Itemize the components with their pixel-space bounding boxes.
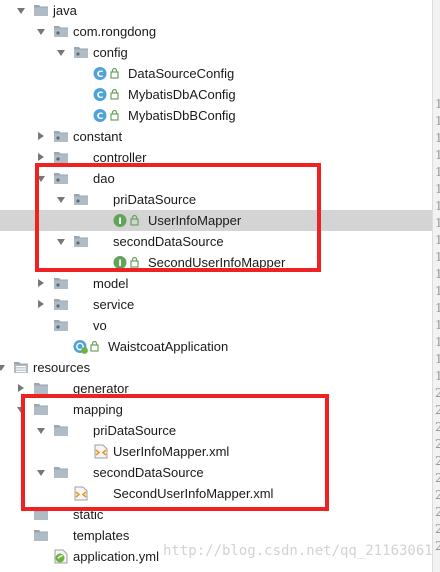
gutter-line-number: 2 bbox=[435, 488, 440, 502]
tree-item-label: MybatisDbAConfig bbox=[128, 87, 236, 102]
tree-item-label: templates bbox=[73, 528, 130, 543]
gutter-line-number: 1 bbox=[435, 301, 440, 315]
svg-text:C: C bbox=[97, 91, 104, 101]
yml-icon bbox=[53, 549, 69, 564]
gutter-line-number: 1 bbox=[435, 131, 440, 145]
tree-item-label: config bbox=[93, 45, 128, 60]
gutter-line-number: 1 bbox=[435, 216, 440, 230]
gutter-line-number: 2 bbox=[435, 522, 440, 536]
gutter-line-number: 1 bbox=[435, 182, 440, 196]
gutter-line-number: 1 bbox=[435, 369, 440, 383]
tree-row-package-com-rongdong[interactable]: com.rongdong bbox=[0, 21, 432, 42]
gutter-line-number: 1 bbox=[435, 335, 440, 349]
gutter-line-number: 2 bbox=[435, 471, 440, 485]
tree-row-folder-java[interactable]: java bbox=[0, 0, 432, 21]
gutter-line-number: 1 bbox=[435, 250, 440, 264]
highlight-box-mapping bbox=[21, 394, 329, 511]
gutter-line-number: 1 bbox=[435, 233, 440, 247]
tree-row-package-constant[interactable]: constant bbox=[0, 126, 432, 147]
class-icon: C bbox=[93, 108, 109, 123]
tree-row-package-model[interactable]: model bbox=[0, 273, 432, 294]
tree-row-folder-resources[interactable]: resources bbox=[0, 357, 432, 378]
tree-row-package-vo[interactable]: vo bbox=[0, 315, 432, 336]
gutter-line-number: 2 bbox=[435, 420, 440, 434]
package-icon bbox=[53, 318, 69, 333]
expand-arrow-icon[interactable] bbox=[36, 21, 46, 42]
gutter-line-number: 1 bbox=[435, 318, 440, 332]
collapse-arrow-icon[interactable] bbox=[36, 294, 46, 315]
resources-folder-icon bbox=[13, 360, 29, 375]
gutter-line-number: 1 bbox=[435, 352, 440, 366]
gutter-line-number: 1 bbox=[435, 284, 440, 298]
tree-item-label: DataSourceConfig bbox=[128, 66, 235, 81]
gutter-line-number: 2 bbox=[435, 454, 440, 468]
gutter-line-number: 2 bbox=[435, 505, 440, 519]
tree-item-label: resources bbox=[33, 360, 91, 375]
class-icon: C bbox=[93, 87, 109, 102]
gutter-line-number: 1 bbox=[435, 165, 440, 179]
gutter-line-number: 2 bbox=[435, 403, 440, 417]
collapse-arrow-icon[interactable] bbox=[36, 273, 46, 294]
tree-item-label: vo bbox=[93, 318, 107, 333]
lock-icon bbox=[110, 68, 126, 83]
tree-item-label: service bbox=[93, 297, 135, 312]
gutter-line-number: 2 bbox=[435, 437, 440, 451]
svg-text:C: C bbox=[97, 112, 104, 122]
folder-icon bbox=[33, 3, 49, 18]
tree-row-file-datasourceconfig[interactable]: C DataSourceConfig bbox=[0, 63, 432, 84]
gutter-line-number: 1 bbox=[435, 148, 440, 162]
gutter-line-number: 1 bbox=[435, 199, 440, 213]
tree-row-package-service[interactable]: service bbox=[0, 294, 432, 315]
tree-item-label: constant bbox=[73, 129, 123, 144]
spring-app-icon bbox=[73, 339, 89, 354]
gutter-line-number: 1 bbox=[435, 97, 440, 111]
tree-item-label: application.yml bbox=[73, 549, 159, 564]
lock-icon bbox=[110, 110, 126, 125]
tree-row-package-config[interactable]: config bbox=[0, 42, 432, 63]
gutter-line-number: 2 bbox=[435, 386, 440, 400]
folder-icon bbox=[33, 528, 49, 543]
watermark: http://blog.csdn.net/qq_21163061 bbox=[163, 543, 433, 559]
package-icon bbox=[53, 297, 69, 312]
package-icon bbox=[53, 24, 69, 39]
tree-item-label: MybatisDbBConfig bbox=[128, 108, 236, 123]
tree-item-label: java bbox=[53, 3, 77, 18]
package-icon bbox=[53, 129, 69, 144]
gutter-line-number: 1 bbox=[435, 114, 440, 128]
expand-arrow-icon[interactable] bbox=[56, 42, 66, 63]
expand-arrow-icon[interactable] bbox=[16, 0, 26, 21]
tree-row-file-mybatisdbbconfig[interactable]: C MybatisDbBConfig bbox=[0, 105, 432, 126]
expand-arrow-icon[interactable] bbox=[0, 357, 6, 378]
collapse-arrow-icon[interactable] bbox=[36, 126, 46, 147]
lock-icon bbox=[90, 341, 106, 356]
gutter-line-number: 2 bbox=[435, 539, 440, 553]
tree-row-file-mybatisdbaconfig[interactable]: C MybatisDbAConfig bbox=[0, 84, 432, 105]
tree-item-label: com.rongdong bbox=[73, 24, 157, 39]
highlight-box-dao bbox=[35, 163, 321, 272]
tree-row-file-waistcoatapplication[interactable]: WaistcoatApplication bbox=[0, 336, 432, 357]
class-icon: C bbox=[93, 66, 109, 81]
gutter-line-number: 1 bbox=[435, 267, 440, 281]
tree-item-label: model bbox=[93, 276, 129, 291]
package-icon bbox=[53, 276, 69, 291]
svg-text:C: C bbox=[97, 70, 104, 80]
package-icon bbox=[73, 45, 89, 60]
lock-icon bbox=[110, 89, 126, 104]
tree-item-label: WaistcoatApplication bbox=[108, 339, 229, 354]
